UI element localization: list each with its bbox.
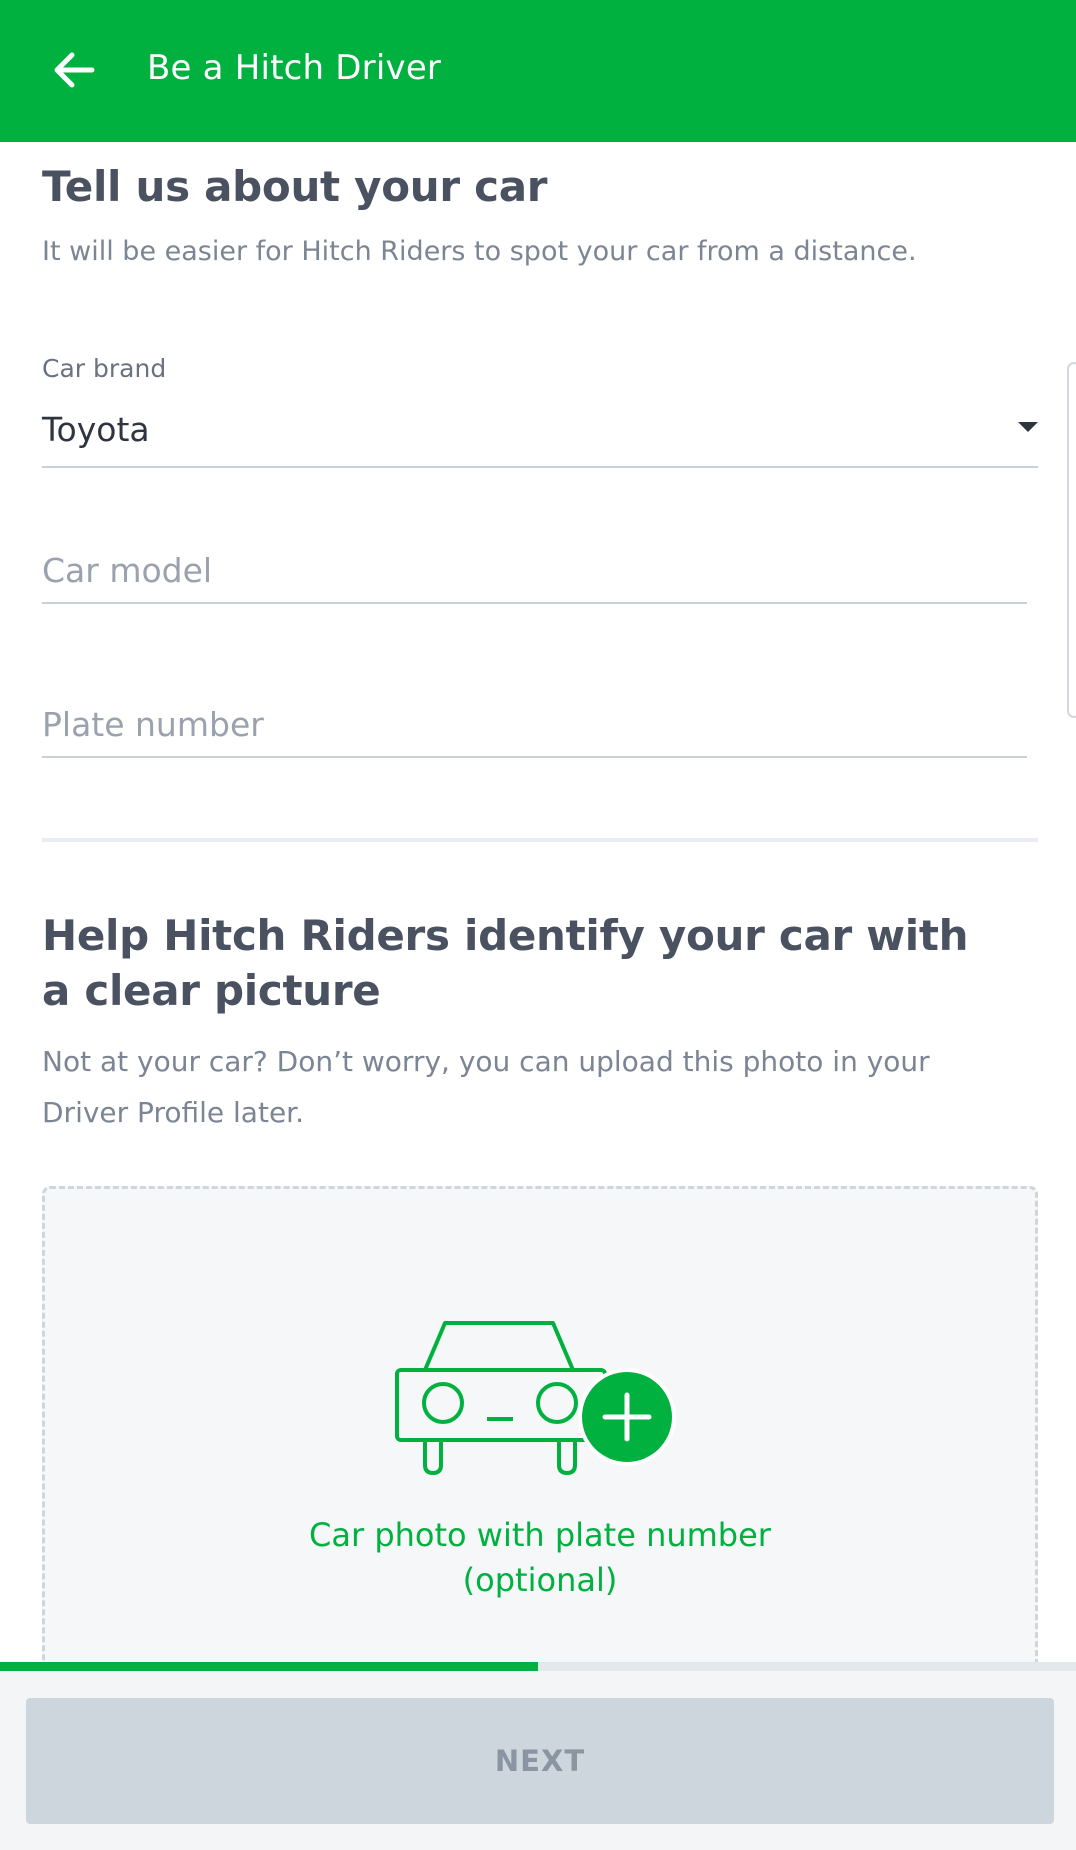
upload-caption: Car photo with plate number (optional) bbox=[45, 1513, 1035, 1603]
back-button[interactable] bbox=[42, 38, 106, 102]
car-photo-upload-area[interactable]: Car photo with plate number (optional) bbox=[42, 1186, 1038, 1666]
next-button[interactable]: NEXT bbox=[26, 1698, 1054, 1824]
section-divider bbox=[42, 838, 1038, 842]
photo-section-title: Help Hitch Riders identify your car with… bbox=[42, 911, 969, 1015]
upload-caption-line2: (optional) bbox=[462, 1561, 618, 1599]
arrow-left-icon bbox=[54, 52, 95, 88]
car-section-subtitle: It will be easier for Hitch Riders to sp… bbox=[42, 236, 917, 267]
caret-down-icon bbox=[1018, 422, 1038, 432]
progress-fill bbox=[0, 1662, 538, 1671]
car-section-title: Tell us about your car bbox=[42, 162, 548, 211]
plus-circle-icon bbox=[578, 1368, 676, 1466]
car-brand-value: Toyota bbox=[42, 410, 150, 449]
car-icon bbox=[395, 1321, 676, 1476]
car-model-input[interactable] bbox=[42, 538, 1027, 604]
app-bar: Be a Hitch Driver bbox=[0, 0, 1076, 142]
plate-number-input[interactable] bbox=[42, 692, 1027, 758]
footer: NEXT bbox=[0, 1671, 1076, 1850]
scroll-indicator bbox=[1067, 362, 1076, 718]
progress-bar bbox=[0, 1662, 1076, 1671]
photo-section-description: Not at your car? Don’t worry, you can up… bbox=[42, 1045, 930, 1129]
page-title: Be a Hitch Driver bbox=[147, 48, 442, 88]
car-brand-label: Car brand bbox=[42, 354, 167, 383]
car-brand-select[interactable]: Toyota bbox=[42, 400, 1038, 468]
next-button-label: NEXT bbox=[494, 1744, 586, 1778]
upload-caption-line1: Car photo with plate number bbox=[309, 1516, 771, 1554]
